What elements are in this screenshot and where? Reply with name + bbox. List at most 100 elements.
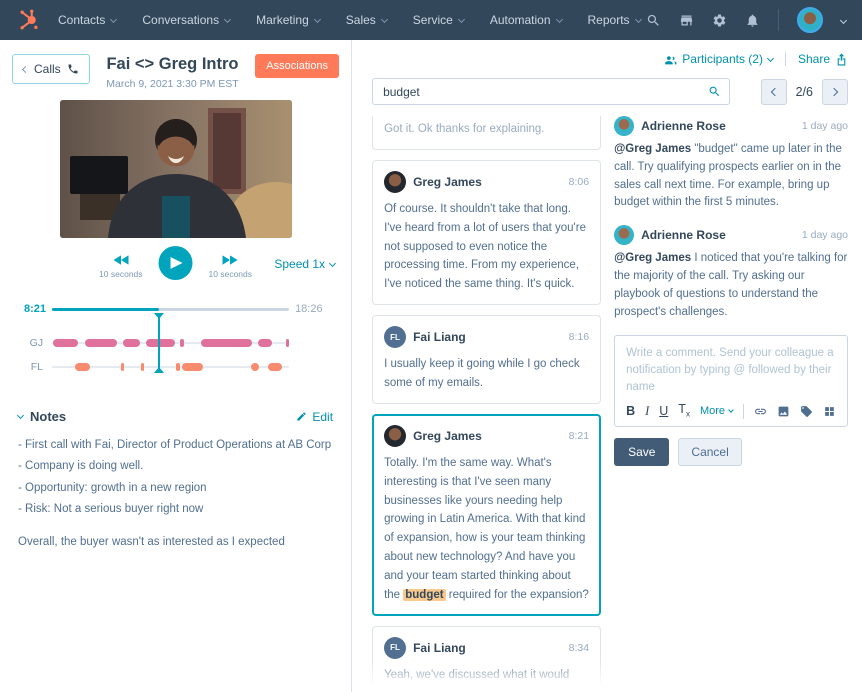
next-result-button[interactable] [822, 79, 848, 105]
notes-title: Notes [30, 409, 66, 424]
speaker-track-line[interactable] [52, 342, 289, 344]
more-label: More [700, 405, 725, 417]
edit-notes-link[interactable]: Edit [296, 410, 333, 424]
nav-item-sales[interactable]: Sales [346, 13, 387, 27]
participants-label: Participants (2) [682, 52, 763, 66]
notes-section: Notes Edit - First call with Fai, Direct… [18, 409, 333, 548]
chevron-down-icon[interactable] [840, 16, 847, 23]
speaker-track-gj: GJ [10, 331, 337, 355]
message-timestamp: 8:21 [569, 430, 589, 442]
nav-item-service[interactable]: Service [413, 13, 464, 27]
underline-button[interactable]: U [659, 405, 668, 418]
nav-item-label: Automation [490, 13, 551, 27]
text-segment: required for the expansion? [446, 589, 589, 601]
nav-item-automation[interactable]: Automation [490, 13, 562, 27]
comment-timestamp: 1 day ago [802, 229, 848, 241]
text-segment: I usually keep it going while I go check… [384, 358, 580, 389]
message-header: Greg James 8:06 [384, 171, 589, 193]
rewind-label: 10 seconds [99, 269, 142, 279]
message-timestamp: 8:06 [569, 176, 589, 188]
settings-icon[interactable] [712, 13, 727, 28]
transcript-message[interactable]: FLFai Liang8:34Yeah, we've discussed wha… [372, 626, 601, 690]
play-button[interactable] [159, 246, 193, 280]
cancel-button[interactable]: Cancel [678, 438, 741, 466]
marketplace-icon[interactable] [679, 13, 694, 28]
chevron-down-icon [329, 259, 336, 266]
participants-dropdown[interactable]: Participants (2) [664, 52, 773, 66]
speed-label: Speed 1x [274, 257, 325, 271]
playback-speed-dropdown[interactable]: Speed 1x [274, 257, 335, 271]
search-icon [708, 85, 721, 98]
table-icon[interactable] [823, 405, 836, 418]
speech-segment [141, 363, 145, 371]
previous-result-button[interactable] [761, 79, 787, 105]
comment: Adrienne Rose1 day ago@Greg James "budge… [614, 116, 848, 212]
transcript-search-input[interactable] [372, 78, 730, 105]
speaker-label: FL [10, 361, 46, 373]
transcript-message[interactable]: Got it. Ok thanks for explaining. [372, 116, 601, 150]
clear-format-sub: x [686, 410, 690, 419]
hubspot-logo[interactable] [14, 7, 44, 33]
speaker-name: Fai Liang [413, 641, 466, 655]
progress-fill [52, 308, 159, 311]
speech-segment [286, 339, 290, 347]
transcript-list[interactable]: Got it. Ok thanks for explaining. Greg Ja… [372, 116, 601, 690]
search-icon[interactable] [646, 13, 661, 28]
speaker-track-line[interactable] [52, 366, 289, 368]
text-segment: @Greg James [614, 143, 691, 155]
note-line: - First call with Fai, Director of Produ… [18, 435, 333, 456]
speech-segment [53, 339, 78, 347]
text-segment: Got it. Ok thanks for explaining. [384, 123, 544, 135]
clear-formatting-button[interactable]: Tx [678, 403, 690, 419]
chevron-down-icon [381, 15, 388, 22]
rewind-10-seconds-button[interactable]: 10 seconds [99, 255, 142, 279]
notifications-icon[interactable] [745, 13, 760, 28]
message-text: Of course. It shouldn't take that long. … [384, 200, 589, 294]
share-icon [835, 53, 848, 66]
forward-10-seconds-button[interactable]: 10 seconds [209, 255, 252, 279]
link-icon[interactable] [754, 405, 767, 418]
nav-item-label: Conversations [142, 13, 219, 27]
top-nav: Contacts Conversations Marketing Sales Servi… [0, 0, 862, 40]
nav-item-label: Reports [588, 13, 630, 27]
speech-segment [121, 363, 125, 371]
call-review-panel: Calls Fai <> Greg Intro March 9, 2021 3:… [0, 40, 352, 692]
search-highlight: budget [403, 589, 445, 601]
phone-icon [67, 63, 79, 75]
share-button[interactable]: Share [798, 52, 848, 66]
comment-header: Adrienne Rose1 day ago [614, 116, 848, 136]
user-avatar[interactable] [797, 7, 823, 33]
notes-summary: Overall, the buyer wasn't as interested … [18, 536, 333, 548]
speaker-name: Fai Liang [413, 330, 466, 344]
snippet-icon[interactable] [800, 405, 813, 418]
transcript-message[interactable]: Greg James8:21 Totally. I'm the same way.… [372, 414, 601, 616]
chevron-down-icon [224, 15, 231, 22]
call-recording-video[interactable] [60, 100, 292, 238]
transcript-message[interactable]: FLFai Liang8:16I usually keep it going w… [372, 315, 601, 404]
nav-item-marketing[interactable]: Marketing [256, 13, 320, 27]
image-icon[interactable] [777, 405, 790, 418]
progress-bar[interactable] [52, 308, 289, 311]
save-button[interactable]: Save [614, 438, 669, 466]
associations-button[interactable]: Associations [255, 54, 339, 78]
speech-segment [123, 339, 140, 347]
text-segment: Totally. I'm the same way. What's intere… [384, 457, 585, 601]
message-text: Got it. Ok thanks for explaining. [384, 120, 589, 139]
chevron-down-icon [110, 15, 117, 22]
back-to-calls-button[interactable]: Calls [12, 54, 90, 84]
share-label: Share [798, 52, 830, 66]
transcript-message[interactable]: Greg James 8:06 Of course. It shouldn't ta… [372, 160, 601, 305]
message-header: Greg James8:21 [384, 425, 589, 447]
chevron-right-icon [830, 87, 838, 95]
nav-item-contacts[interactable]: Contacts [58, 13, 116, 27]
nav-item-conversations[interactable]: Conversations [142, 13, 230, 27]
more-formatting-dropdown[interactable]: More [700, 405, 733, 417]
pencil-icon [296, 411, 307, 422]
collapse-chevron-icon[interactable] [17, 412, 24, 419]
nav-item-reports[interactable]: Reports [588, 13, 641, 27]
bold-button[interactable]: B [626, 405, 635, 418]
speaker-name: Greg James [413, 175, 482, 189]
italic-button[interactable]: I [645, 405, 649, 418]
chevron-down-icon [767, 54, 774, 61]
comment-editor[interactable]: Write a comment. Send your colleague a n… [614, 335, 848, 427]
